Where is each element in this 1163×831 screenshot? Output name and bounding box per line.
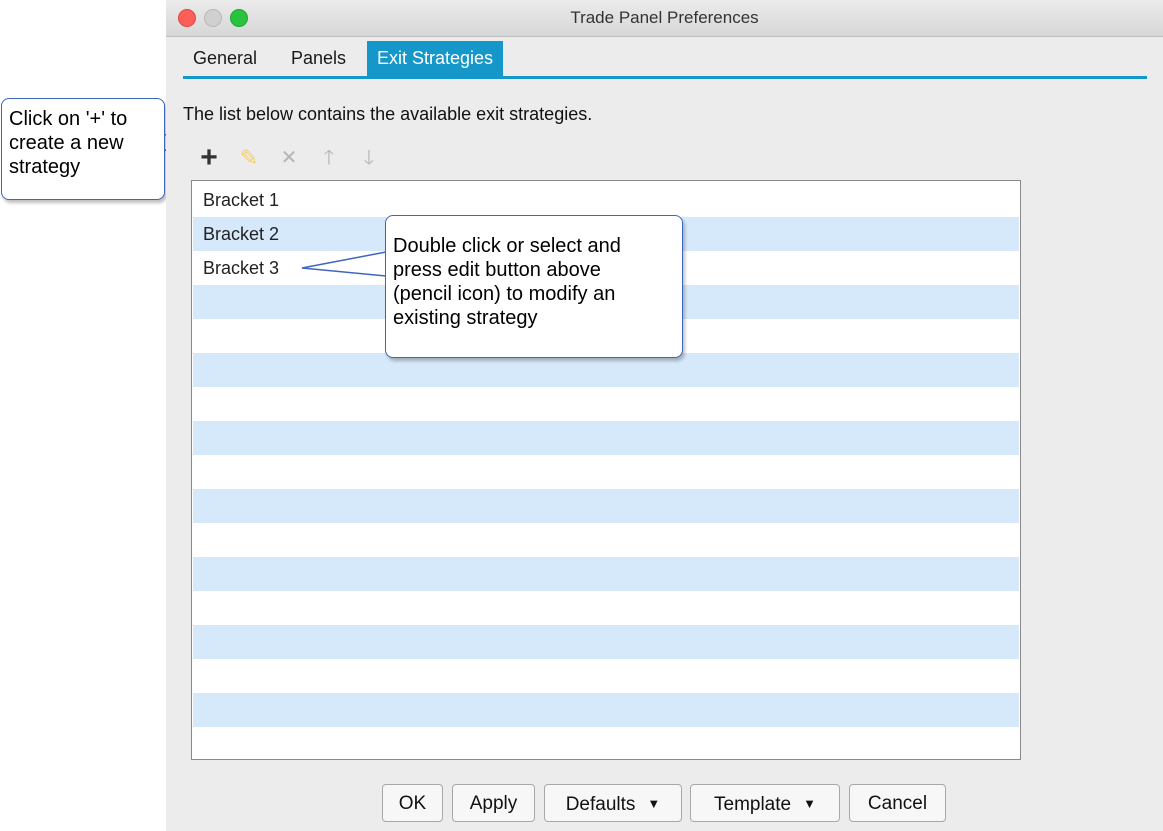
empty-list-row	[193, 523, 1019, 557]
edit-callout-pointer	[301, 251, 388, 277]
cancel-button[interactable]: Cancel	[849, 784, 946, 822]
empty-list-row	[193, 659, 1019, 693]
chevron-down-icon: ▼	[647, 796, 661, 811]
ok-button-label: OK	[398, 793, 427, 814]
empty-list-row	[193, 353, 1019, 387]
apply-button-label: Apply	[469, 793, 518, 814]
edit-callout-line: Double click or select and	[393, 235, 621, 257]
apply-button[interactable]: Apply	[452, 784, 535, 822]
edit-callout-line: press edit button above	[393, 259, 601, 281]
empty-list-row	[193, 557, 1019, 591]
defaults-button-label: Defaults	[565, 794, 636, 815]
empty-list-row	[193, 591, 1019, 625]
cancel-button-label: Cancel	[867, 793, 928, 814]
chevron-down-icon: ▼	[803, 796, 816, 811]
empty-list-row	[193, 455, 1019, 489]
empty-list-row	[193, 727, 1019, 759]
edit-callout-line: existing strategy	[393, 307, 538, 329]
edit-strategy-callout: Double click or select and press edit bu…	[385, 215, 683, 358]
empty-list-row	[193, 387, 1019, 421]
edit-callout-line: (pencil icon) to modify an	[393, 283, 616, 305]
defaults-button[interactable]: Defaults ▼	[544, 784, 682, 822]
template-button[interactable]: Template ▼	[690, 784, 840, 822]
template-button-label: Template	[714, 794, 792, 815]
empty-list-row	[193, 693, 1019, 727]
empty-list-row	[193, 421, 1019, 455]
ok-button[interactable]: OK	[382, 784, 443, 822]
empty-list-row	[193, 489, 1019, 523]
empty-list-row	[193, 625, 1019, 659]
